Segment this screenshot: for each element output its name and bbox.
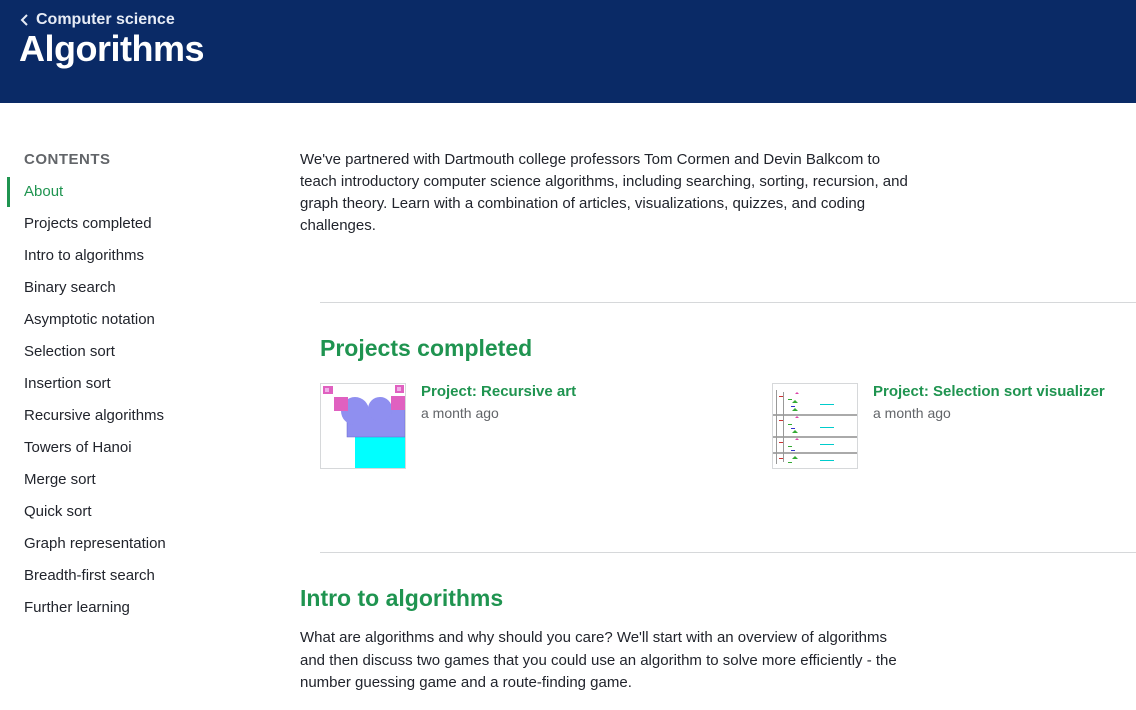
sidebar-item-intro-to-algorithms[interactable]: Intro to algorithms <box>0 240 166 272</box>
sidebar-item-towers-of-hanoi[interactable]: Towers of Hanoi <box>0 432 166 464</box>
project-link-recursive-art[interactable]: Project: Recursive art <box>421 383 576 400</box>
sidebar-item-quick-sort[interactable]: Quick sort <box>0 496 166 528</box>
sidebar-item-merge-sort[interactable]: Merge sort <box>0 464 166 496</box>
sidebar-item-breadth-first-search[interactable]: Breadth-first search <box>0 560 166 592</box>
sidebar-item-recursive-algorithms[interactable]: Recursive algorithms <box>0 400 166 432</box>
section-divider <box>320 302 1136 303</box>
intro-to-algorithms-description: What are algorithms and why should you c… <box>300 629 897 691</box>
project-card-recursive-art[interactable]: Project: Recursive art a month ago <box>320 383 720 469</box>
sidebar-item-graph-representation[interactable]: Graph representation <box>0 528 166 560</box>
sidebar-contents: CONTENTS About Projects completed Intro … <box>0 103 260 710</box>
sidebar-item-asymptotic-notation[interactable]: Asymptotic notation <box>0 304 166 336</box>
recursive-art-thumbnail[interactable] <box>320 383 406 469</box>
chevron-left-icon <box>20 14 28 26</box>
intro-to-algorithms-heading: Intro to algorithms <box>300 585 504 611</box>
sidebar-item-insertion-sort[interactable]: Insertion sort <box>0 368 166 400</box>
page-header: Computer science Algorithms <box>0 0 1136 103</box>
selection-sort-thumbnail[interactable] <box>772 383 858 469</box>
project-timestamp: a month ago <box>421 405 499 421</box>
page-title: Algorithms <box>19 28 205 69</box>
sidebar-item-projects-completed[interactable]: Projects completed <box>0 208 166 240</box>
sidebar-item-further-learning[interactable]: Further learning <box>0 592 166 624</box>
contents-heading: CONTENTS <box>24 151 111 168</box>
project-timestamp: a month ago <box>873 405 951 421</box>
breadcrumb-label[interactable]: Computer science <box>36 11 175 29</box>
sidebar-item-selection-sort[interactable]: Selection sort <box>0 336 166 368</box>
contents-nav-list: About Projects completed Intro to algori… <box>0 176 166 624</box>
sidebar-item-binary-search[interactable]: Binary search <box>0 272 166 304</box>
project-link-selection-sort-visualizer[interactable]: Project: Selection sort visualizer <box>873 383 1105 400</box>
project-card-selection-sort-visualizer[interactable]: Project: Selection sort visualizer a mon… <box>772 383 1136 469</box>
recursive-art-image <box>323 385 405 468</box>
selection-sort-image <box>773 390 857 464</box>
about-description: We've partnered with Dartmouth college p… <box>300 151 908 234</box>
projects-completed-heading: Projects completed <box>320 335 533 361</box>
sidebar-item-about[interactable]: About <box>0 176 166 208</box>
section-divider <box>320 552 1136 553</box>
